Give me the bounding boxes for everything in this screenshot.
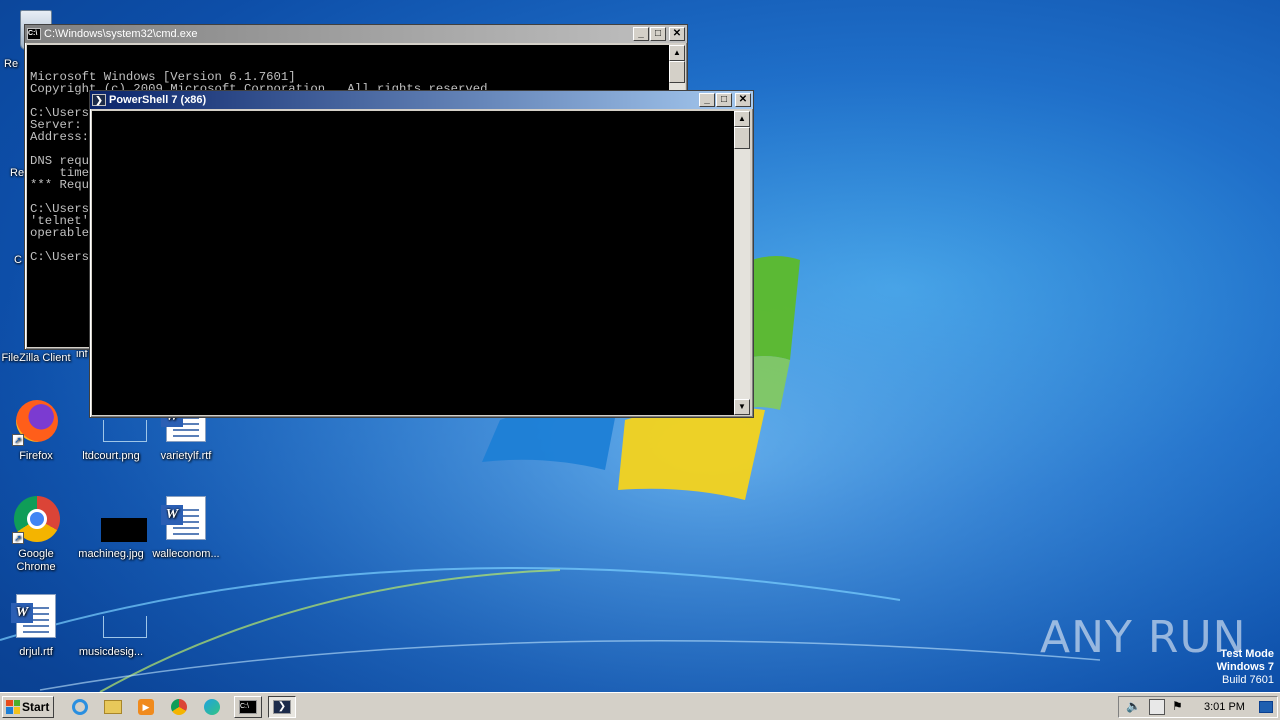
window-title: PowerShell 7 (x86) [109, 94, 207, 106]
chrome-icon[interactable] [167, 696, 191, 718]
window-title: C:\Windows\system32\cmd.exe [44, 28, 198, 40]
maximize-button[interactable]: □ [650, 27, 666, 41]
firefox-icon: ➚ [12, 398, 60, 446]
desktop-icon-walleconom[interactable]: W walleconom... [148, 496, 224, 561]
shortcut-arrow-icon: ➚ [12, 434, 24, 446]
scroll-up-arrow-icon[interactable]: ▲ [734, 111, 750, 127]
maximize-button[interactable]: □ [716, 93, 732, 107]
show-desktop-icon[interactable] [1258, 701, 1273, 713]
image-file-icon [87, 594, 147, 642]
desktop-icon-label: drjul.rtf [19, 646, 53, 658]
cmd-icon: C:\ [27, 28, 41, 40]
desktop-icon-label: Firefox [19, 450, 53, 462]
desktop-icon-chrome[interactable]: ➚ Google Chrome [0, 496, 74, 574]
word-doc-icon: W [161, 496, 210, 544]
test-mode-watermark: Test Mode Windows 7 Build 7601 [1217, 648, 1274, 687]
chrome-icon: ➚ [12, 496, 60, 544]
flag-icon[interactable]: ⚑ [1172, 699, 1188, 715]
edge-icon[interactable] [200, 696, 224, 718]
watermark-line: Build 7601 [1222, 674, 1274, 686]
word-doc-icon: W [11, 594, 60, 642]
powershell-icon: ❯ [273, 699, 291, 714]
desktop-icon-firefox[interactable]: ➚ Firefox [0, 398, 74, 463]
minimize-button[interactable]: _ [699, 93, 715, 107]
ie-icon[interactable] [68, 696, 92, 718]
clock[interactable]: 3:01 PM [1204, 701, 1245, 713]
desktop-icon-label: ltdcourt.png [82, 450, 140, 462]
watermark-line: Windows 7 [1216, 661, 1274, 673]
start-button[interactable]: Start [2, 695, 54, 718]
desktop-icon-label: walleconom... [152, 548, 220, 560]
cmd-icon: C:\ [239, 699, 257, 714]
desktop-icon-label: Google Chrome [16, 548, 56, 573]
powershell-icon: ❯ [92, 94, 106, 106]
desktop-icon-label: musicdesig... [78, 646, 144, 658]
taskbar: Start ▶ C:\ ❯ 🔈 ⚑ 3:01 PM [0, 692, 1280, 720]
minimize-button[interactable]: _ [633, 27, 649, 41]
explorer-icon[interactable] [101, 696, 125, 718]
powershell-titlebar[interactable]: ❯ PowerShell 7 (x86) _ □ ✕ [90, 91, 753, 109]
taskbar-powershell-button[interactable]: ❯ [268, 695, 296, 718]
system-tray: 🔈 ⚑ 3:01 PM [1118, 696, 1278, 718]
start-label: Start [22, 699, 50, 714]
desktop-icon-machineg[interactable]: machineg.jpg [73, 496, 149, 561]
speaker-icon[interactable]: 🔈 [1126, 699, 1142, 715]
close-button[interactable]: ✕ [735, 93, 751, 107]
windows-flag-icon [6, 699, 20, 714]
shortcut-arrow-icon: ➚ [12, 532, 24, 544]
media-player-icon[interactable]: ▶ [134, 696, 158, 718]
taskbar-cmd-button[interactable]: C:\ [234, 695, 262, 718]
network-icon[interactable] [1149, 699, 1165, 715]
image-file-icon [87, 496, 147, 544]
scroll-thumb[interactable] [734, 127, 750, 149]
powershell-window[interactable]: ❯ PowerShell 7 (x86) _ □ ✕ ▲ ▼ [89, 90, 754, 418]
desktop-icon-label: machineg.jpg [78, 548, 144, 560]
cmd-titlebar[interactable]: C:\ C:\Windows\system32\cmd.exe _ □ ✕ [25, 25, 687, 43]
scroll-up-arrow-icon[interactable]: ▲ [669, 45, 685, 61]
close-button[interactable]: ✕ [669, 27, 685, 41]
desktop-icon-label: varietylf.rtf [160, 450, 212, 462]
watermark-line: Test Mode [1220, 648, 1274, 660]
desktop-icon-musicdesig[interactable]: musicdesig... [73, 594, 149, 659]
scroll-thumb[interactable] [669, 61, 685, 83]
scroll-down-arrow-icon[interactable]: ▼ [734, 399, 750, 415]
powershell-scrollbar[interactable]: ▲ ▼ [734, 111, 750, 415]
anyrun-logo: ANY RUN [1040, 612, 1247, 663]
powershell-console-output[interactable] [92, 111, 734, 415]
desktop-icon-drjul[interactable]: W drjul.rtf [0, 594, 74, 659]
